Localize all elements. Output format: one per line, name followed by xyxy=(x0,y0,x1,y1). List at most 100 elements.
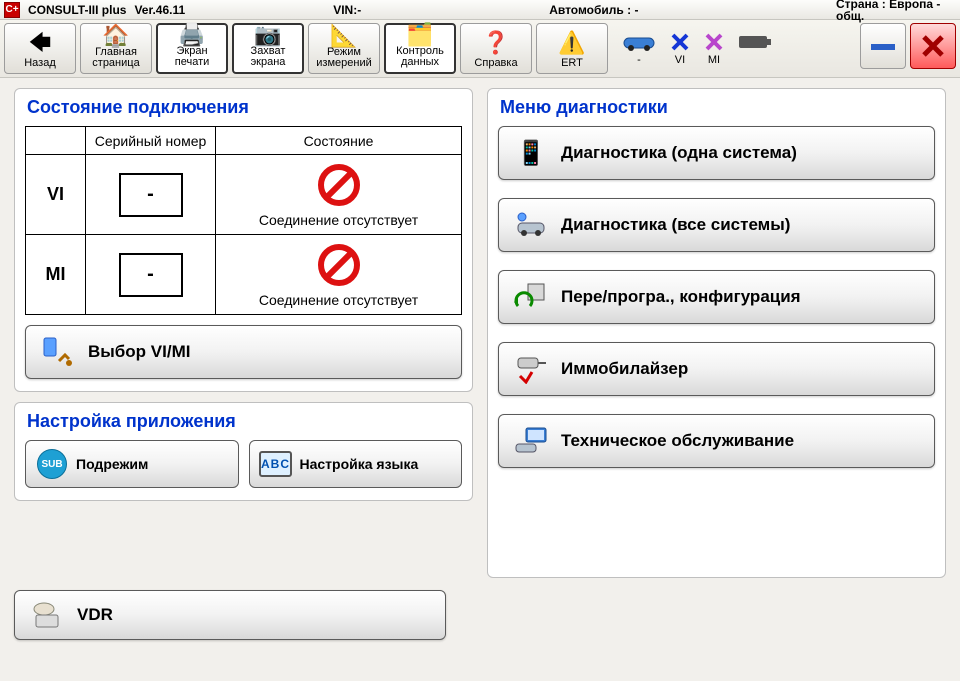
button-label: Диагностика (все системы) xyxy=(561,215,790,235)
button-label: Иммобилайзер xyxy=(561,359,688,379)
col-empty xyxy=(26,127,86,155)
table-row: MI - Соединение отсутствует xyxy=(26,235,462,315)
screen-capture-button[interactable]: 📷 Захват экрана xyxy=(232,23,304,74)
app-logo-icon: C+ xyxy=(4,2,20,18)
maintenance-button[interactable]: Техническое обслуживание xyxy=(498,414,935,468)
print-screen-button[interactable]: 🖨️ Экран печати xyxy=(156,23,228,74)
mi-status-label: MI xyxy=(708,54,720,66)
recorded-data-icon: 🗂️ xyxy=(406,23,433,46)
car-status-label: - xyxy=(637,54,641,66)
home-icon: 🏠 xyxy=(102,24,129,47)
recorded-data-button[interactable]: 🗂️ Контроль данных xyxy=(384,23,456,74)
battery-status xyxy=(738,33,772,65)
language-icon: ABC xyxy=(260,448,292,480)
immobilizer-icon xyxy=(513,351,549,387)
select-vimi-button[interactable]: Выбор VI/MI xyxy=(25,325,462,379)
serial-box: - xyxy=(119,173,183,217)
toolbar-label: Главная страница xyxy=(83,47,149,70)
diag-all-systems-button[interactable]: Диагностика (все системы) xyxy=(498,198,935,252)
toolbar-label: Захват экрана xyxy=(236,46,300,69)
close-icon xyxy=(920,33,946,59)
measurement-mode-button[interactable]: 📐 Режим измерений xyxy=(308,23,380,74)
vi-status: VI xyxy=(670,32,690,66)
toolbar-label: ERT xyxy=(561,58,583,70)
button-label: Диагностика (одна система) xyxy=(561,143,797,163)
measure-icon: 📐 xyxy=(330,24,357,47)
no-connection-icon xyxy=(316,242,362,288)
toolbar-label: Назад xyxy=(24,58,56,70)
toolbar-label: Справка xyxy=(474,58,517,70)
button-label: Пере/програ., конфигурация xyxy=(561,287,801,307)
minimize-button[interactable] xyxy=(860,23,906,69)
vdr-section: VDR xyxy=(0,588,460,642)
battery-icon xyxy=(738,33,772,51)
status-zone: - VI MI xyxy=(612,23,856,74)
title-bar: C+ CONSULT-III plus Ver.46.11 VIN:- Авто… xyxy=(0,0,960,20)
diag-one-system-button[interactable]: 📱 Диагностика (одна система) xyxy=(498,126,935,180)
country-label: Страна : Европа - общ. xyxy=(836,0,956,22)
state-text: Соединение отсутствует xyxy=(259,292,418,308)
back-button[interactable]: 🡄 Назад xyxy=(4,23,76,74)
table-row: VI - Соединение отсутствует xyxy=(26,155,462,235)
x-icon xyxy=(704,32,724,52)
help-icon: ❓ xyxy=(482,26,509,58)
table-header-row: Серийный номер Состояние xyxy=(26,127,462,155)
button-label: VDR xyxy=(77,605,113,625)
row-label: VI xyxy=(26,155,86,235)
vdr-icon xyxy=(29,597,65,633)
panel-title: Меню диагностики xyxy=(500,97,935,118)
car-diag-icon xyxy=(513,207,549,243)
car-status: - xyxy=(622,32,656,66)
minimize-icon xyxy=(869,40,897,52)
app-version: Ver.46.11 xyxy=(134,3,185,17)
left-column: Состояние подключения Серийный номер Сос… xyxy=(14,88,473,578)
toolbar: 🡄 Назад 🏠 Главная страница 🖨️ Экран печа… xyxy=(0,20,960,78)
mi-status: MI xyxy=(704,32,724,66)
serial-box: - xyxy=(119,253,183,297)
no-connection-icon xyxy=(316,162,362,208)
ert-button[interactable]: ⚠️ ERT xyxy=(536,23,608,74)
toolbar-label: Экран печати xyxy=(160,46,224,69)
vehicle-label: Автомобиль : - xyxy=(549,3,638,17)
col-state: Состояние xyxy=(216,127,462,155)
maintenance-icon xyxy=(513,423,549,459)
back-arrow-icon: 🡄 xyxy=(29,26,52,58)
reprogram-button[interactable]: Пере/програ., конфигурация xyxy=(498,270,935,324)
phone-icon: 📱 xyxy=(513,135,549,171)
right-column: Меню диагностики 📱 Диагностика (одна сис… xyxy=(487,88,946,578)
panel-title: Настройка приложения xyxy=(27,411,462,432)
connection-table: Серийный номер Состояние VI - Соединение… xyxy=(25,126,462,315)
vin-label: VIN:- xyxy=(333,3,361,17)
state-cell: Соединение отсутствует xyxy=(216,155,462,235)
app-name: CONSULT-III plus xyxy=(28,3,126,17)
toolbar-label: Контроль данных xyxy=(388,46,452,69)
app-settings-panel: Настройка приложения SUB Подрежим ABC На… xyxy=(14,402,473,501)
vdr-button[interactable]: VDR xyxy=(14,590,446,640)
button-label: Настройка языка xyxy=(300,456,419,472)
panel-title: Состояние подключения xyxy=(27,97,462,118)
car-icon xyxy=(622,32,656,52)
serial-cell: - xyxy=(86,155,216,235)
submode-button[interactable]: SUB Подрежим xyxy=(25,440,239,488)
connection-panel: Состояние подключения Серийный номер Сос… xyxy=(14,88,473,392)
sub-icon: SUB xyxy=(36,448,68,480)
state-text: Соединение отсутствует xyxy=(259,212,418,228)
language-button[interactable]: ABC Настройка языка xyxy=(249,440,463,488)
button-label: Подрежим xyxy=(76,456,148,472)
button-label: Техническое обслуживание xyxy=(561,431,794,451)
close-button[interactable] xyxy=(910,23,956,69)
camera-icon: 📷 xyxy=(254,23,281,46)
button-label: Выбор VI/MI xyxy=(88,342,190,362)
immobilizer-button[interactable]: Иммобилайзер xyxy=(498,342,935,396)
serial-cell: - xyxy=(86,235,216,315)
help-button[interactable]: ❓ Справка xyxy=(460,23,532,74)
state-cell: Соединение отсутствует xyxy=(216,235,462,315)
reprogram-icon xyxy=(513,279,549,315)
warning-icon: ⚠️ xyxy=(558,26,585,58)
home-button[interactable]: 🏠 Главная страница xyxy=(80,23,152,74)
col-serial: Серийный номер xyxy=(86,127,216,155)
diagnostics-menu-panel: Меню диагностики 📱 Диагностика (одна сис… xyxy=(487,88,946,578)
x-icon xyxy=(670,32,690,52)
select-vimi-icon xyxy=(40,334,76,370)
vi-status-label: VI xyxy=(675,54,685,66)
